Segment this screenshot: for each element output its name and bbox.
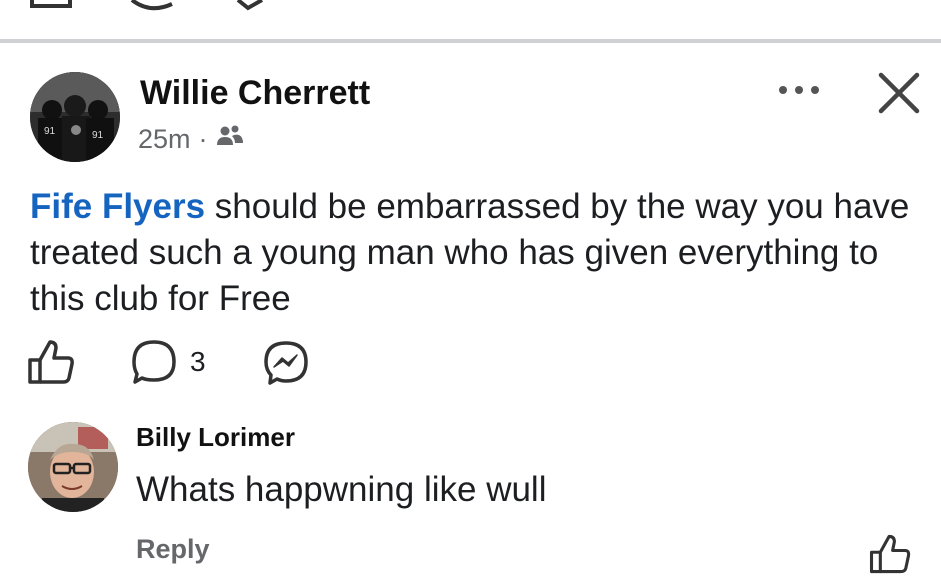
mention-link[interactable]: Fife Flyers (30, 187, 205, 226)
reply-text: Whats happwning like wull (136, 470, 547, 509)
post-body: Fife Flyers should be embarrassed by the… (30, 184, 910, 322)
reply-author-avatar[interactable] (28, 422, 118, 512)
previous-post-actions (0, 0, 941, 14)
svg-text:91: 91 (92, 130, 104, 141)
friends-icon (216, 124, 244, 155)
messenger-share-button[interactable] (262, 339, 310, 387)
post-meta: 25m · (138, 124, 244, 155)
thumbs-up-icon (28, 340, 74, 384)
reply-author-name[interactable]: Billy Lorimer (136, 422, 295, 453)
more-options-icon[interactable] (776, 78, 822, 102)
reply-like-button[interactable] (868, 532, 912, 576)
post-divider (0, 39, 941, 43)
post-author-name[interactable]: Willie Cherrett (140, 74, 370, 113)
post-timestamp[interactable]: 25m (138, 124, 191, 155)
svg-text:91: 91 (44, 126, 56, 137)
thumbs-up-icon (869, 534, 911, 574)
comment-button[interactable] (130, 338, 180, 386)
close-icon[interactable] (876, 70, 922, 116)
comment-bubble-icon (132, 340, 176, 384)
like-button[interactable] (26, 338, 76, 386)
author-avatar[interactable]: 91 91 (30, 72, 120, 162)
comment-count: 3 (190, 346, 206, 377)
meta-separator: · (198, 124, 208, 154)
reply-button[interactable]: Reply (136, 534, 210, 565)
messenger-icon (264, 341, 308, 385)
